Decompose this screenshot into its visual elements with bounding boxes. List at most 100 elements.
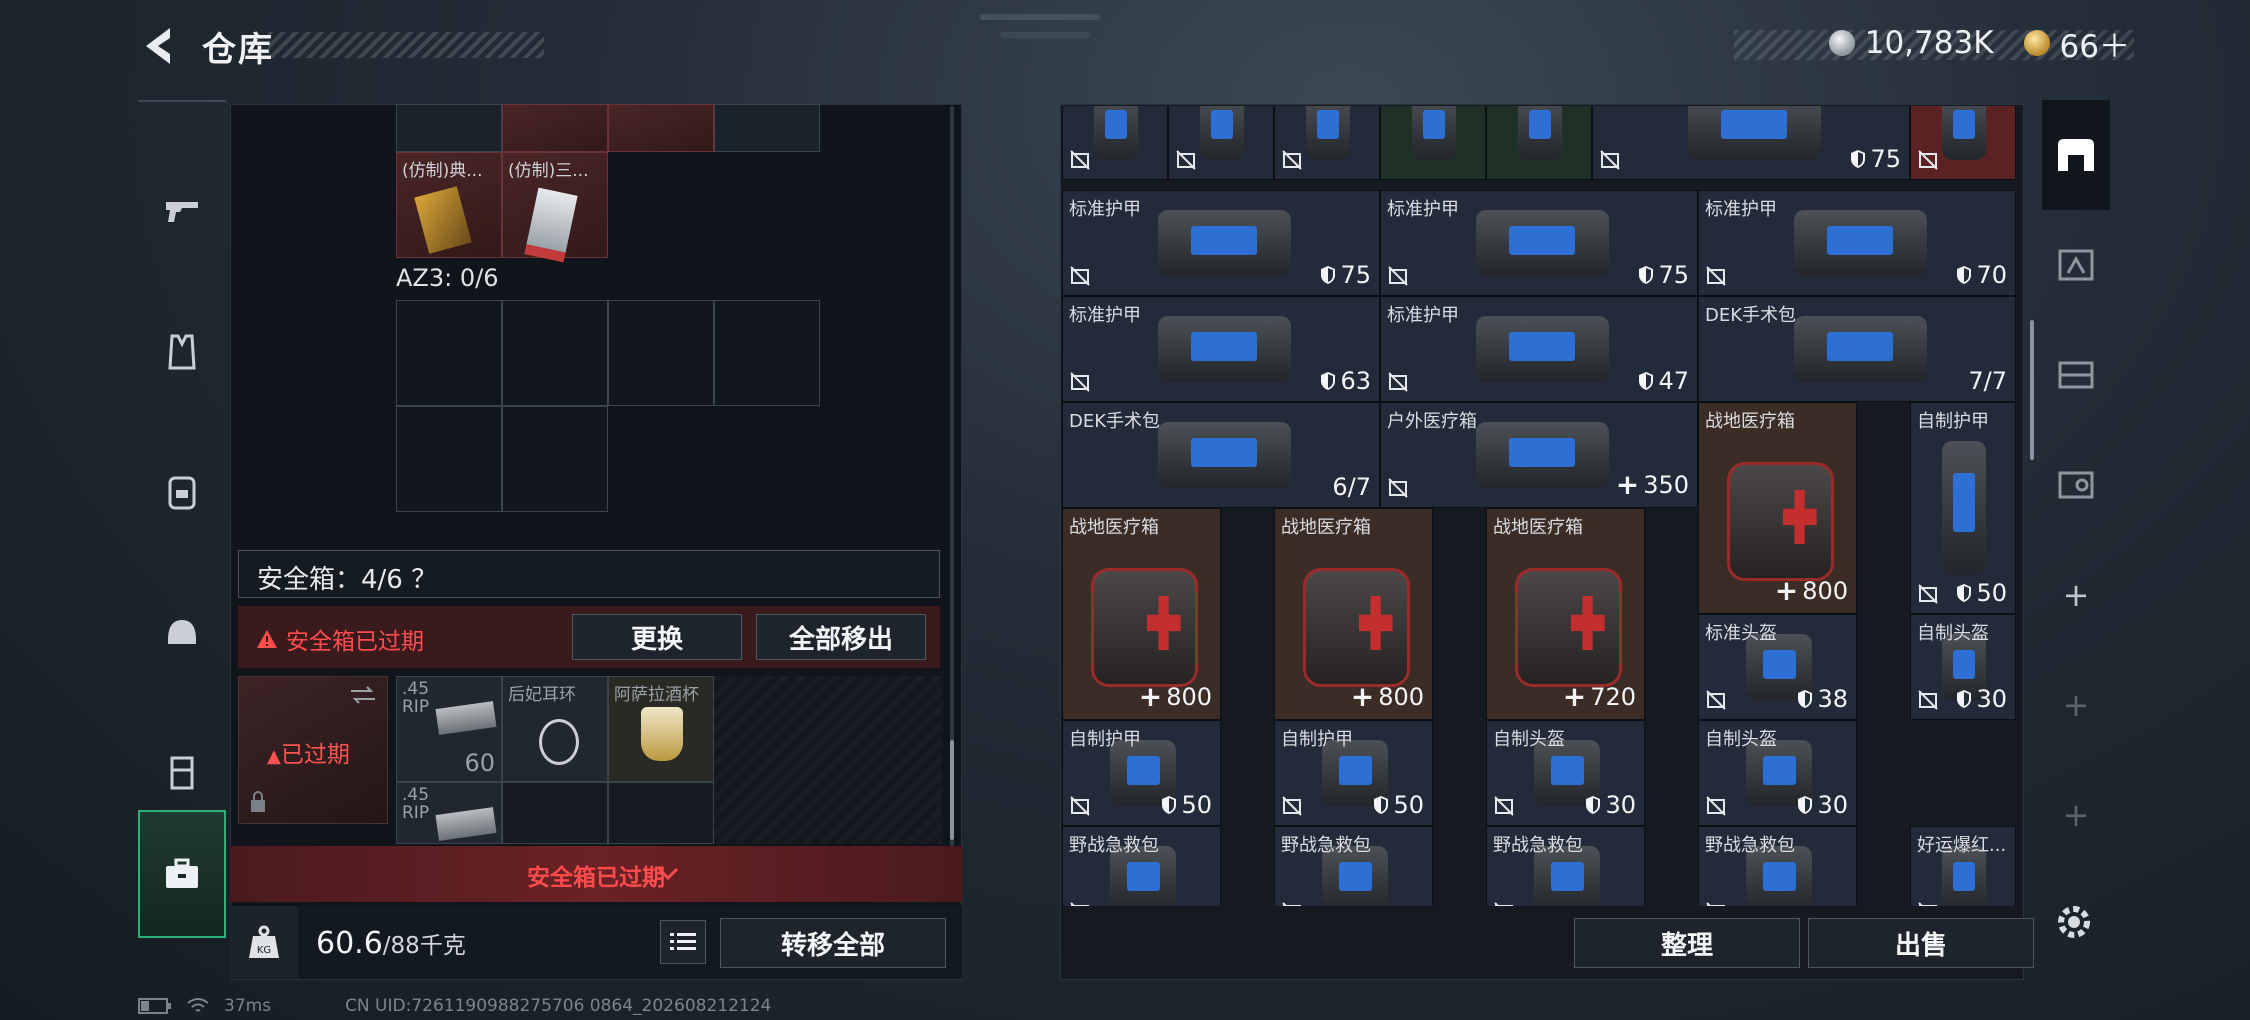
stash-item[interactable]: 自制护甲 50: [1274, 720, 1433, 826]
no-insure-icon: [1069, 149, 1091, 171]
imitation-item-2[interactable]: (仿制)三...: [502, 152, 608, 263]
left-scrollbar-thumb[interactable]: [950, 740, 954, 840]
category-helmet[interactable]: [138, 562, 226, 702]
item-name: 野战急救包: [1069, 835, 1159, 856]
item-value: 50: [1373, 791, 1424, 819]
item-value: 70: [1956, 261, 2007, 289]
plus-icon: +: [2062, 686, 2090, 724]
storage-rack-icon: [2058, 361, 2094, 389]
stash-item[interactable]: 户外医疗箱 +350: [1380, 402, 1698, 508]
list-icon: [670, 933, 696, 950]
gold-amount[interactable]: 66＋: [2060, 21, 2130, 66]
item-slot[interactable]: [714, 104, 820, 152]
stash-item[interactable]: 自制护甲 50: [1910, 402, 2016, 614]
empty-slot[interactable]: [714, 300, 820, 406]
backpack-icon: [168, 476, 196, 510]
item-name: DEK手术包: [1069, 411, 1161, 432]
pistol-icon: [166, 202, 198, 222]
expired-footer[interactable]: 安全箱已过期: [230, 846, 962, 902]
gear-image: [1793, 315, 1927, 383]
item-slot[interactable]: [608, 104, 714, 152]
imitation-item-1[interactable]: (仿制)典...: [396, 152, 502, 258]
expired-footer-text: 安全箱已过期: [527, 865, 665, 891]
stash-item[interactable]: 标准护甲 70: [1698, 190, 2016, 296]
plus-icon: +: [2062, 576, 2090, 614]
item-slot[interactable]: [396, 104, 502, 152]
item-name: 阿萨拉酒杯: [614, 685, 699, 705]
stash-item[interactable]: 75: [1592, 106, 1910, 180]
stash-item[interactable]: [1062, 106, 1168, 180]
stash-item[interactable]: 野战急救包: [1062, 826, 1221, 906]
stash-item[interactable]: [1380, 106, 1486, 180]
stash-item[interactable]: DEK手术包 7/7: [1698, 296, 2016, 402]
add-tab-button[interactable]: +: [2042, 540, 2110, 650]
empty-slot[interactable]: [396, 406, 502, 512]
stash-item[interactable]: 野战急救包: [1698, 826, 1857, 906]
stash-item[interactable]: 标准护甲 63: [1062, 296, 1380, 402]
stash-item[interactable]: 战地医疗箱 +800: [1698, 402, 1857, 614]
category-weapons[interactable]: [138, 142, 226, 282]
empty-slot[interactable]: [396, 300, 502, 406]
stash-grid: 75 标准护甲 75 标准护甲 75 标准护甲 70 标准护甲 63 标准护甲 47 DEK手术包 7/…: [1062, 106, 2022, 906]
safe-box-card[interactable]: ▲已过期: [238, 676, 388, 824]
tab-stash-3[interactable]: [2042, 320, 2110, 430]
stash-item[interactable]: 自制头盔 30: [1698, 720, 1857, 826]
stash-item[interactable]: [1486, 106, 1592, 180]
stash-scrollbar-thumb[interactable]: [2030, 320, 2034, 460]
item-name: 标准护甲: [1705, 199, 1777, 220]
add-tab-button-locked[interactable]: +: [2042, 650, 2110, 760]
stash-item[interactable]: [1910, 106, 2016, 180]
safe-item-earring[interactable]: 后妃耳环: [502, 676, 608, 782]
safe-box-label[interactable]: 安全箱：4/6 ？: [257, 559, 437, 596]
tab-stash-2[interactable]: [2042, 210, 2110, 320]
sell-button[interactable]: 出售: [1808, 918, 2034, 968]
replace-button[interactable]: 更换: [572, 614, 742, 660]
back-arrow-icon[interactable]: [138, 24, 178, 68]
item-value: 6/7: [1332, 473, 1371, 501]
transfer-all-button[interactable]: 转移全部: [720, 918, 946, 968]
list-view-button[interactable]: [660, 920, 706, 964]
stash-item[interactable]: 战地医疗箱 +720: [1486, 508, 1645, 720]
empty-slot[interactable]: [502, 406, 608, 512]
stash-scrollbar-track[interactable]: [2028, 104, 2036, 980]
bg-light: [980, 14, 1100, 20]
stash-item[interactable]: [1274, 106, 1380, 180]
settings-gear-icon[interactable]: [2052, 900, 2096, 944]
stash-item[interactable]: 野战急救包: [1274, 826, 1433, 906]
category-vest[interactable]: [138, 282, 226, 422]
gear-image: [1475, 209, 1609, 277]
category-toolbox[interactable]: [138, 810, 226, 938]
stash-item[interactable]: 标准头盔 38: [1698, 614, 1857, 720]
medkit-image: [1727, 461, 1834, 582]
stash-item[interactable]: 自制头盔 30: [1486, 720, 1645, 826]
left-scrollbar-track[interactable]: [950, 106, 954, 846]
empty-slot[interactable]: [502, 300, 608, 406]
safe-item-ammo-1[interactable]: .45 RIP 60: [396, 676, 502, 782]
tab-main-stash[interactable]: [2042, 100, 2110, 210]
empty-slot[interactable]: [502, 782, 608, 844]
stash-item[interactable]: 自制护甲 50: [1062, 720, 1221, 826]
no-insure-icon: [1917, 583, 1939, 605]
stash-item[interactable]: [1168, 106, 1274, 180]
stash-item[interactable]: 标准护甲 47: [1380, 296, 1698, 402]
stash-item[interactable]: 自制头盔 30: [1910, 614, 2016, 720]
item-slot[interactable]: [502, 104, 608, 152]
stash-item[interactable]: 好运爆红...: [1910, 826, 2016, 906]
stash-item[interactable]: 野战急救包: [1486, 826, 1645, 906]
card-image: [524, 187, 578, 263]
sort-button[interactable]: 整理: [1574, 918, 1800, 968]
battery-icon: [138, 998, 171, 1014]
empty-slot[interactable]: [608, 782, 714, 844]
add-tab-button-locked[interactable]: +: [2042, 760, 2110, 870]
stash-item[interactable]: 标准护甲 75: [1380, 190, 1698, 296]
tab-stash-4[interactable]: [2042, 430, 2110, 540]
safe-item-ammo-2[interactable]: .45 RIP: [396, 782, 502, 844]
stash-item[interactable]: 战地医疗箱 +800: [1062, 508, 1221, 720]
stash-item[interactable]: 战地医疗箱 +800: [1274, 508, 1433, 720]
safe-item-goblet[interactable]: 阿萨拉酒杯: [608, 676, 714, 782]
empty-slot[interactable]: [608, 300, 714, 406]
remove-all-button[interactable]: 全部移出: [756, 614, 926, 660]
stash-item[interactable]: 标准护甲 75: [1062, 190, 1380, 296]
stash-item[interactable]: DEK手术包 6/7: [1062, 402, 1380, 508]
category-backpack[interactable]: [138, 422, 226, 562]
